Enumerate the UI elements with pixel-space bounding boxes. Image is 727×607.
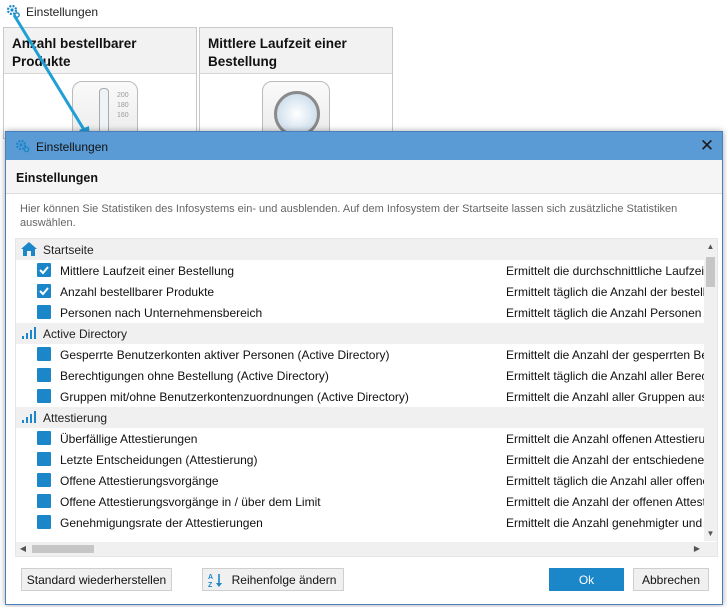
gear-icon — [15, 139, 30, 153]
statistic-checkbox[interactable] — [37, 263, 51, 277]
statistic-label: Berechtigungen ohne Bestellung (Active D… — [60, 369, 329, 383]
home-icon — [21, 242, 37, 256]
statistic-row[interactable]: Berechtigungen ohne Bestellung (Active D… — [16, 365, 704, 386]
statistic-description: Ermittelt die durchschnittliche Laufzeit — [506, 264, 704, 278]
horizontal-scroll-thumb[interactable] — [32, 545, 94, 553]
statistic-row[interactable]: Überfällige Attestierungen Ermittelt die … — [16, 428, 704, 449]
statistic-checkbox[interactable] — [37, 431, 51, 445]
statistic-row[interactable]: Mittlere Laufzeit einer Bestellung Ermitt… — [16, 260, 704, 281]
statistic-checkbox[interactable] — [37, 515, 51, 529]
scroll-down-icon[interactable]: ▼ — [704, 526, 717, 541]
statistic-label: Gruppen mit/ohne Benutzerkontenzuordnung… — [60, 390, 409, 404]
statistic-checkbox[interactable] — [37, 473, 51, 487]
statistic-row[interactable]: Letzte Entscheidungen (Attestierung) Ermi… — [16, 449, 704, 470]
svg-text:Z: Z — [208, 582, 213, 588]
signal-bars-icon — [22, 327, 36, 339]
vertical-scrollbar[interactable]: ▲ ▼ — [704, 239, 717, 541]
dialog-footer: Standard wiederherstellen A Z Reihenfolg… — [6, 558, 722, 604]
scroll-right-icon[interactable]: ▶ — [690, 542, 704, 556]
statistic-label: Anzahl bestellbarer Produkte — [60, 285, 215, 299]
statistic-label: Überfällige Attestierungen — [60, 432, 198, 446]
group-label: Attestierung — [43, 411, 108, 425]
checkmark-icon — [39, 287, 49, 296]
ok-button[interactable]: Ok — [549, 568, 624, 591]
group-header: Active Directory — [16, 323, 704, 344]
gauge-tick: 160 — [117, 112, 129, 119]
statistic-label: Genehmigungsrate der Attestierungen — [60, 516, 263, 530]
statistic-description: Ermittelt die Anzahl der gesperrten Benu… — [506, 348, 704, 362]
tile-title: Mittlere Laufzeit einer Bestellung — [200, 28, 392, 74]
group-header: Attestierung — [16, 407, 704, 428]
checkmark-icon — [39, 266, 49, 275]
statistic-description: Ermittelt die Anzahl offenen Attestierun… — [506, 432, 704, 446]
statistics-list: Startseite Mittlere Laufzeit einer Bestel… — [15, 238, 718, 557]
statistic-description: Ermittelt täglich die Anzahl aller Berec… — [506, 369, 704, 383]
statistic-checkbox[interactable] — [37, 452, 51, 466]
reorder-button-label: Reihenfolge ändern — [231, 573, 337, 587]
scroll-up-icon[interactable]: ▲ — [704, 239, 717, 254]
tile-title: Anzahl bestellbarer Produkte — [4, 28, 196, 74]
gauge-tick: 200 — [117, 92, 129, 99]
restore-defaults-button[interactable]: Standard wiederherstellen — [21, 568, 172, 591]
statistic-checkbox[interactable] — [37, 389, 51, 403]
statistic-tile-order-duration[interactable]: Mittlere Laufzeit einer Bestellung — [199, 27, 393, 139]
vertical-scroll-thumb[interactable] — [706, 257, 715, 287]
statistic-row[interactable]: Anzahl bestellbarer Produkte Ermittelt tä… — [16, 281, 704, 302]
statistic-checkbox[interactable] — [37, 347, 51, 361]
statistic-row[interactable]: Offene Attestierungsvorgänge in / über d… — [16, 491, 704, 512]
signal-bars-icon — [22, 411, 36, 423]
svg-text:A: A — [208, 574, 213, 581]
statistic-description: Ermittelt täglich die Anzahl aller offen… — [506, 474, 704, 488]
statistic-checkbox[interactable] — [37, 368, 51, 382]
cancel-button[interactable]: Abbrechen — [633, 568, 709, 591]
statistic-label: Mittlere Laufzeit einer Bestellung — [60, 264, 235, 278]
statistic-label: Personen nach Unternehmensbereich — [60, 306, 263, 320]
statistic-description: Ermittelt die Anzahl der entschiedenen — [506, 453, 704, 467]
horizontal-scrollbar[interactable]: ◀ ▶ — [16, 542, 704, 556]
statistic-label: Gesperrte Benutzerkonten aktiver Persone… — [60, 348, 390, 362]
sort-az-icon: A Z — [208, 574, 222, 588]
statistic-description: Ermittelt täglich die Anzahl der bestell… — [506, 285, 704, 299]
close-icon[interactable]: ✕ — [692, 132, 722, 160]
statistic-checkbox[interactable] — [37, 305, 51, 319]
statistics-rows: Startseite Mittlere Laufzeit einer Bestel… — [16, 239, 704, 541]
background-header: Einstellungen — [0, 0, 727, 24]
scrollbar-corner — [704, 542, 717, 556]
reorder-button[interactable]: A Z Reihenfolge ändern — [202, 568, 344, 591]
statistic-checkbox[interactable] — [37, 494, 51, 508]
statistic-row[interactable]: Gesperrte Benutzerkonten aktiver Persone… — [16, 344, 704, 365]
statistic-description: Ermittelt täglich die Anzahl Personen je — [506, 306, 704, 320]
statistic-row[interactable]: Offene Attestierungsvorgänge Ermittelt tä… — [16, 470, 704, 491]
statistic-row[interactable]: Genehmigungsrate der Attestierungen Ermit… — [16, 512, 704, 533]
dialog-heading: Einstellungen — [16, 171, 98, 185]
group-label: Startseite — [43, 243, 94, 257]
statistic-description: Ermittelt die Anzahl aller Gruppen aus — [506, 390, 704, 404]
statistic-label: Offene Attestierungsvorgänge — [60, 474, 219, 488]
statistic-row[interactable]: Gruppen mit/ohne Benutzerkontenzuordnung… — [16, 386, 704, 407]
group-header: Startseite — [16, 239, 704, 260]
group-label: Active Directory — [43, 327, 128, 341]
gear-icon — [6, 4, 20, 18]
statistic-description: Ermittelt die Anzahl genehmigter und — [506, 516, 703, 530]
gauge-tick: 180 — [117, 102, 129, 109]
statistic-checkbox[interactable] — [37, 284, 51, 298]
statistic-label: Offene Attestierungsvorgänge in / über d… — [60, 495, 321, 509]
background-title: Einstellungen — [26, 5, 99, 19]
settings-dialog: Einstellungen ✕ Einstellungen Hier könne… — [5, 131, 723, 605]
statistic-label: Letzte Entscheidungen (Attestierung) — [60, 453, 258, 467]
statistic-description: Ermittelt die Anzahl der offenen Attesti… — [506, 495, 704, 509]
dialog-heading-band: Einstellungen — [6, 160, 722, 194]
dialog-titlebar[interactable]: Einstellungen ✕ — [6, 132, 722, 160]
dialog-description: Hier können Sie Statistiken des Infosyst… — [20, 203, 678, 229]
statistic-tile-products[interactable]: Anzahl bestellbarer Produkte 200 180 160 — [3, 27, 197, 139]
dialog-title: Einstellungen — [36, 140, 109, 154]
statistic-row[interactable]: Personen nach Unternehmensbereich Ermitte… — [16, 302, 704, 323]
scroll-left-icon[interactable]: ◀ — [16, 542, 30, 556]
